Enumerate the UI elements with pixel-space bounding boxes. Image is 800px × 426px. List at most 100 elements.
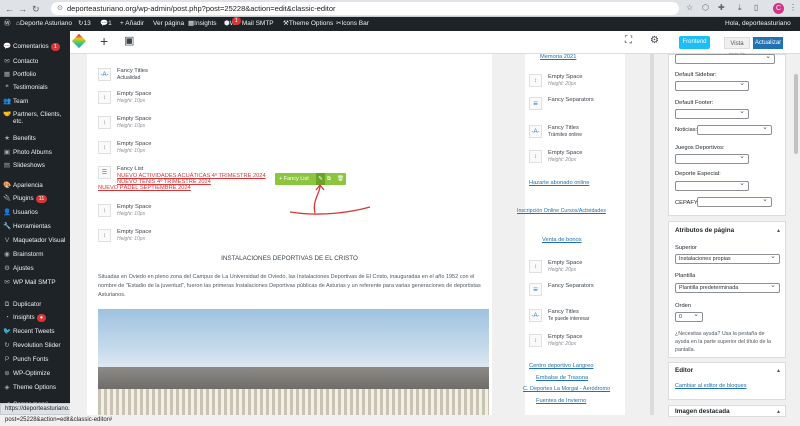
page-scrollbar[interactable] xyxy=(792,54,800,415)
fancy-titles-icon: -A- xyxy=(98,68,111,81)
browser-chrome: ← → ↻ ⊙ deporteasturiano.org/wp-admin/po… xyxy=(0,0,800,17)
smtp-link[interactable]: ⬢ WP Mail SMTP 1 xyxy=(224,17,274,31)
sidebar-item-apariencia[interactable]: 🎨 Apariencia xyxy=(0,182,70,190)
sidebar-item-recent-tweets[interactable]: 🐦 Recent Tweets xyxy=(0,328,70,336)
comments-link[interactable]: 💬 1 xyxy=(100,17,112,31)
star-icon[interactable]: ☆ xyxy=(686,3,693,12)
site-info-icon[interactable]: ⊙ xyxy=(57,2,63,15)
sidebar-item-ajustes[interactable]: ⚙ Ajustes xyxy=(0,265,70,273)
site-name: Deporte Asturiano xyxy=(19,20,72,27)
updates-link[interactable]: ↻ 13 xyxy=(78,17,91,31)
sidebar-item-testimonials[interactable]: ❝ Testimonials xyxy=(0,84,70,92)
default-footer-select[interactable] xyxy=(675,108,749,119)
add-new-link[interactable]: + Añadir xyxy=(120,17,144,31)
theme-options-link[interactable]: ⚒ Theme Options xyxy=(283,17,333,31)
plantilla-select[interactable]: Plantilla predeterminada xyxy=(675,282,780,293)
insights-link[interactable]: ▦ Insights xyxy=(188,17,217,31)
sidebar-item-label: Insights xyxy=(13,314,35,321)
fullscreen-icon[interactable]: ⛶ xyxy=(625,35,632,46)
sidebar-item-wp-mail-smtp[interactable]: ✉ WP Mail SMTP xyxy=(0,279,70,287)
memoria-link[interactable]: Memoria 2021 xyxy=(540,54,576,60)
sidebar-item-partners-clients-etc[interactable]: 🤝 Partners, Clients, etc. xyxy=(0,111,62,125)
scroll-thumb[interactable] xyxy=(794,74,798,154)
sidebar-item-brainstorm[interactable]: ◉ Brainstorm xyxy=(0,251,70,259)
inscripcion-link[interactable]: Inscripción Online Cursos/Actividades xyxy=(517,208,606,214)
update-button[interactable]: Actualizar xyxy=(753,37,783,49)
orden-input[interactable]: 0 xyxy=(675,311,703,322)
menu-icon[interactable]: ⋮ xyxy=(789,3,797,12)
sidebar-item-icon: ⊕ xyxy=(4,370,10,377)
sidebar-item-herramientas[interactable]: 🔧 Herramientas xyxy=(0,223,70,231)
greeting-link[interactable]: Hola, deporteasturiano xyxy=(725,17,791,31)
collapse-caret-icon[interactable]: ▴ xyxy=(777,227,780,234)
sidebar-item-portfolio[interactable]: ▦ Portfolio xyxy=(0,71,70,79)
orden-value: 0 xyxy=(679,314,683,320)
sidebar-item-theme-options[interactable]: ◈ Theme Options xyxy=(0,384,70,392)
admin-bar: Ⓦ ⌂ Deporte Asturiano ↻ 13 💬 1 + Añadir … xyxy=(0,17,800,31)
icons-bar-link[interactable]: ✂ Icons Bar xyxy=(336,17,369,31)
abonado-link[interactable]: Hazarte abonado online xyxy=(529,180,589,186)
empty-space-icon: ↕ xyxy=(98,204,111,217)
add-element-icon[interactable]: + xyxy=(100,33,108,49)
top-select[interactable] xyxy=(675,53,775,64)
element-title: Empty Space xyxy=(117,141,152,147)
sidebar-item-benefits[interactable]: ★ Benefits xyxy=(0,135,70,143)
collapse-caret-icon[interactable]: ▴ xyxy=(777,367,780,374)
sidebar-item-slideshows[interactable]: ▤ Slideshows xyxy=(0,162,70,170)
sidebar-item-contacto[interactable]: ✉ Contacto xyxy=(0,58,70,66)
sidebar-item-maquetador-visual[interactable]: V Maquetador Visual xyxy=(0,237,70,245)
preview-button[interactable]: Vista previa xyxy=(724,37,750,59)
templates-icon[interactable]: ▣ xyxy=(124,34,134,47)
switch-editor-link[interactable]: Cambiar al editor de bloques xyxy=(675,383,747,389)
sidebar-item-label: Slideshows xyxy=(13,162,45,169)
related-link[interactable]: Centro deportivo Langreo xyxy=(529,363,594,369)
site-name-link[interactable]: ⌂ Deporte Asturiano xyxy=(16,17,72,31)
superior-select[interactable]: Instalaciones propias xyxy=(675,253,780,264)
related-link[interactable]: Fuentes de Invierno xyxy=(536,398,586,404)
address-bar[interactable]: ⊙ deporteasturiano.org/wp-admin/post.php… xyxy=(51,2,679,15)
download-icon[interactable]: ⤓ xyxy=(738,3,742,13)
sidebar-item-revolution-slider[interactable]: ↻ Revolution Slider xyxy=(0,342,70,350)
cepafys-select[interactable] xyxy=(697,196,772,207)
sidebar-item-icon: ❝ xyxy=(5,84,9,91)
insights-label: Insights xyxy=(194,20,217,27)
sidebar-item-duplicator[interactable]: ⧉ Duplicator xyxy=(0,301,70,309)
element-subtitle: Height: 10px xyxy=(117,148,146,154)
deporte-especial-select[interactable] xyxy=(675,180,749,191)
view-page-link[interactable]: Ver página xyxy=(153,17,184,31)
sidebar-item-wp-optimize[interactable]: ⊕ WP-Optimize xyxy=(0,370,70,378)
puzzle-icon[interactable]: ✚ xyxy=(718,3,725,12)
sidebar-item-insights[interactable]: ◔ Insights ● xyxy=(0,314,70,322)
sidebar-item-photo-albums[interactable]: ▣ Photo Albums xyxy=(0,149,70,157)
sidebar-item-team[interactable]: 👥 Team xyxy=(0,98,70,106)
profile-avatar[interactable]: C xyxy=(773,3,784,14)
sidebar-item-label: WP-Optimize xyxy=(13,370,51,377)
default-sidebar-select[interactable] xyxy=(675,80,749,91)
element-subtitle: Actualidad xyxy=(117,75,141,81)
settings-icon[interactable]: ⚙ xyxy=(650,35,659,46)
sidebar-item-icon: 🤝 xyxy=(3,111,12,118)
extension-icon[interactable]: ⬡ xyxy=(702,3,709,12)
sidebar-item-punch-fonts[interactable]: P Punch Fonts xyxy=(0,356,70,364)
collapse-caret-icon[interactable]: ▴ xyxy=(777,408,780,415)
back-icon[interactable]: ← xyxy=(5,4,14,14)
builder-logo-icon[interactable] xyxy=(71,33,87,49)
sidebar-item-plugins[interactable]: 🔌 Plugins 11 xyxy=(0,195,70,203)
stands-shape xyxy=(98,389,489,415)
forward-icon[interactable]: → xyxy=(18,4,27,14)
element-title: Fancy Titles xyxy=(117,68,148,74)
list-link[interactable]: NUEVO PÁDEL SEPTIEMBRE 2024 xyxy=(98,185,191,191)
sidepanel-icon[interactable]: ▯ xyxy=(754,3,758,12)
related-link[interactable]: C. Deportes La Morgal - Aeródromo xyxy=(523,386,610,392)
element-title: Fancy Titles xyxy=(548,309,579,315)
empty-space-icon: ↕ xyxy=(529,334,542,347)
sidebar-item-usuarios[interactable]: 👤 Usuarios xyxy=(0,209,70,217)
sidebar-item-comentarios[interactable]: 💬 Comentarios 1 xyxy=(0,43,70,51)
noticias-select[interactable] xyxy=(697,124,772,135)
juegos-select[interactable] xyxy=(675,153,749,164)
related-link[interactable]: Embalse de Trasona xyxy=(536,375,588,381)
reload-icon[interactable]: ↻ xyxy=(32,4,40,15)
bonos-link[interactable]: Venta de bonos xyxy=(542,237,582,243)
frontend-button[interactable]: Frontend xyxy=(679,36,710,49)
wp-logo-icon[interactable]: Ⓦ xyxy=(4,17,11,31)
